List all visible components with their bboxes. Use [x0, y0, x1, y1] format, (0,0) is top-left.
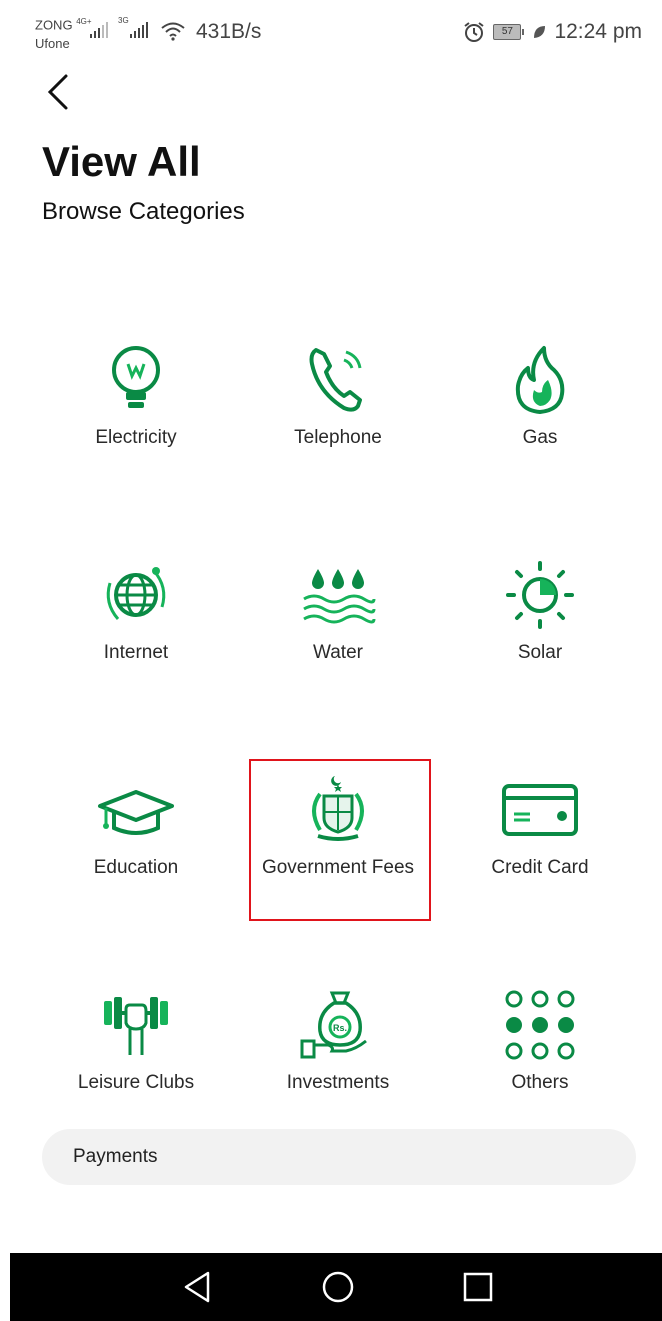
category-label: Electricity: [95, 427, 177, 448]
category-water[interactable]: Water: [237, 545, 439, 725]
globe-icon: [106, 567, 166, 620]
lightbulb-icon: [112, 346, 160, 408]
category-internet[interactable]: Internet: [35, 545, 237, 725]
water-drops-icon: [303, 569, 376, 624]
status-bar: ZONG 4G+ Ufone 3G 431B/s 57 12:24 pm: [0, 0, 662, 62]
category-investments[interactable]: Rs. Investments: [237, 975, 439, 1155]
category-label: Telephone: [294, 427, 382, 448]
dumbbell-icon: [104, 997, 168, 1055]
signal-icon: [90, 22, 108, 38]
battery-indicator: 57: [493, 24, 525, 40]
dots-grid-icon: [505, 990, 575, 1060]
carrier-1: ZONG: [35, 17, 73, 33]
category-others[interactable]: Others: [439, 975, 641, 1155]
category-label: Leisure Clubs: [77, 1072, 195, 1093]
nav-home-icon[interactable]: [320, 1269, 356, 1305]
page-title: View All: [42, 138, 201, 185]
back-button[interactable]: [40, 70, 80, 114]
system-nav-bar: [10, 1253, 662, 1321]
payments-label: Payments: [73, 1146, 158, 1167]
government-emblem-icon: [312, 776, 364, 841]
category-label: Water: [313, 642, 363, 663]
category-solar[interactable]: Solar: [439, 545, 641, 725]
page-subtitle: Browse Categories: [42, 198, 245, 225]
category-label: Education: [93, 857, 179, 878]
nav-recents-icon[interactable]: [460, 1269, 496, 1305]
wifi-icon: [161, 22, 185, 41]
nav-back-icon[interactable]: [180, 1269, 216, 1305]
chevron-left-icon: [47, 74, 68, 110]
svg-text:Rs.: Rs.: [333, 1023, 347, 1033]
battery-level: 57: [493, 24, 522, 40]
payments-tab[interactable]: Payments: [42, 1129, 636, 1185]
alarm-icon: [464, 22, 485, 42]
category-label: Credit Card: [491, 857, 589, 878]
money-bag-icon: Rs.: [300, 991, 367, 1059]
category-telephone[interactable]: Telephone: [237, 330, 439, 510]
category-education[interactable]: Education: [35, 760, 237, 940]
telephone-icon: [309, 348, 362, 412]
sun-icon: [506, 561, 574, 629]
category-gas[interactable]: Gas: [439, 330, 641, 510]
leaf-icon: [534, 26, 546, 38]
carrier-2: Ufone: [35, 36, 70, 52]
carrier-info: ZONG 4G+ Ufone: [35, 14, 92, 51]
category-government-fees[interactable]: Government Fees: [237, 760, 439, 940]
category-credit-card[interactable]: Credit Card: [439, 760, 641, 940]
flame-icon: [515, 346, 565, 414]
clock: 12:24 pm: [554, 20, 642, 43]
network-speed: 431B/s: [196, 20, 262, 43]
category-label: Others: [511, 1072, 569, 1093]
signal-icon-2: [130, 22, 148, 38]
category-leisure-clubs[interactable]: Leisure Clubs: [35, 975, 237, 1155]
category-label: Investments: [286, 1072, 390, 1093]
category-label: Solar: [517, 642, 563, 663]
category-label: Gas: [522, 427, 558, 448]
category-label: Government Fees: [261, 857, 415, 878]
category-label: Internet: [103, 642, 169, 663]
category-electricity[interactable]: Electricity: [35, 330, 237, 510]
credit-card-icon: [502, 784, 578, 836]
graduation-cap-icon: [98, 790, 174, 835]
